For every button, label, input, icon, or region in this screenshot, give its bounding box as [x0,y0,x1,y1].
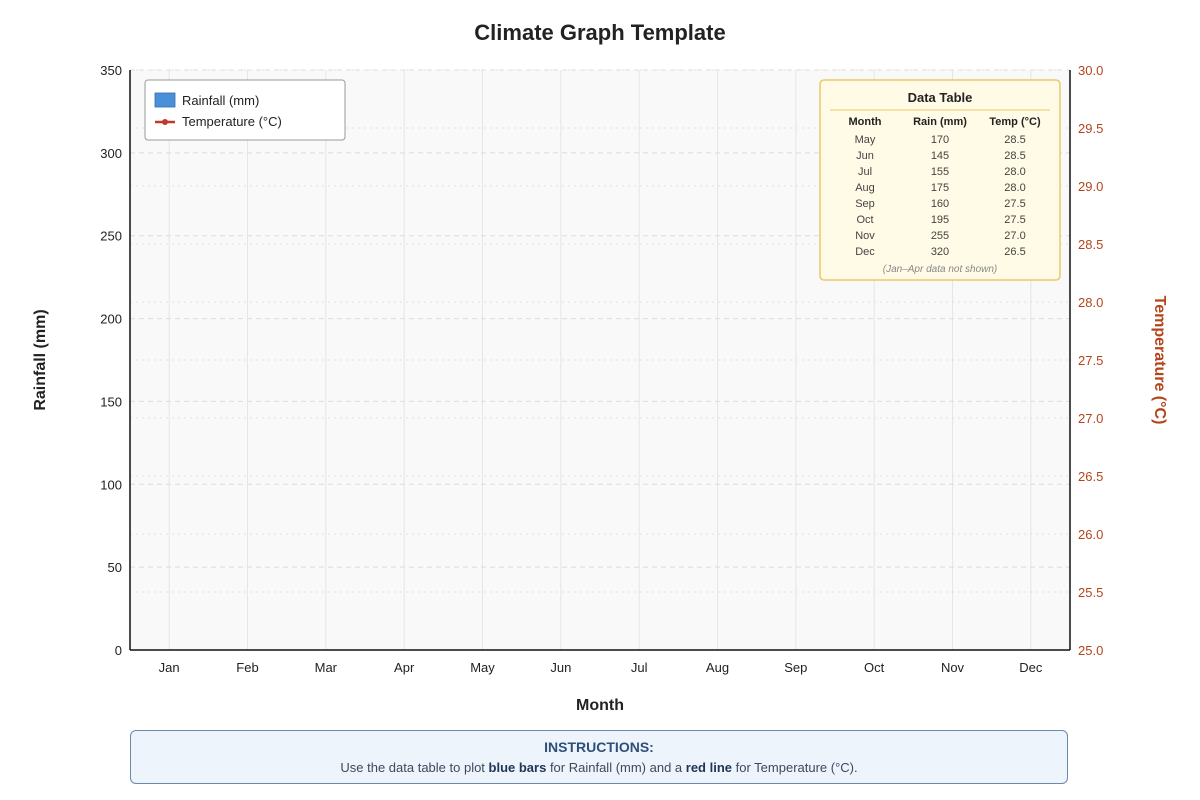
data-table-cell: 28.0 [1004,166,1025,178]
data-table-note: (Jan–Apr data not shown) [883,264,998,275]
x-tick-label: Oct [864,660,885,675]
y2-tick-label: 27.5 [1078,353,1103,368]
x-tick-label: Jul [631,660,648,675]
y2-tick-label: 27.0 [1078,411,1103,426]
instructions-text: Use the data table to plot blue bars for… [131,760,1067,775]
legend-swatch-rainfall [154,92,176,108]
data-table-cell: Sep [855,198,875,210]
y-tick-label: 0 [115,643,122,658]
x-tick-label: May [470,660,495,675]
instructions-box: INSTRUCTIONS: Use the data table to plot… [130,730,1068,784]
data-table-cell: 27.5 [1004,214,1025,226]
data-table-cell: 27.5 [1004,198,1025,210]
x-tick-label: Apr [394,660,415,675]
y2-tick-label: 29.5 [1078,121,1103,136]
legend: Rainfall (mm) Temperature (°C) [144,79,346,141]
instructions-part: for Temperature (°C). [732,760,858,775]
x-tick-label: Jun [550,660,571,675]
y-tick-label: 150 [100,394,122,409]
legend-box [144,79,346,141]
data-table-cell: Jul [858,166,872,178]
y-tick-label: 200 [100,312,122,327]
data-table-cell: 155 [931,166,949,178]
data-table-cell: 28.5 [1004,134,1025,146]
data-table-cell: 145 [931,150,949,162]
data-table-cell: May [855,134,876,146]
data-table-cell: 255 [931,230,949,242]
x-tick-label: Jan [159,660,180,675]
instructions-bold-red-line: red line [685,760,733,775]
instructions-part: Use the data table to plot [340,760,489,775]
y-tick-label: 300 [100,146,122,161]
y2-tick-label: 25.5 [1078,585,1103,600]
y2-axis-label: Temperature (°C) [1151,296,1168,425]
data-table-cell: 195 [931,214,949,226]
data-table-cell: Nov [855,230,875,242]
data-table-cell: 28.0 [1004,182,1025,194]
y-tick-label: 100 [100,477,122,492]
y2-tick-label: 26.5 [1078,469,1103,484]
instructions-bold-blue-bars: blue bars [488,760,547,775]
x-tick-label: Nov [941,660,965,675]
chart-title: Climate Graph Template [474,20,725,45]
instructions-part: for Rainfall (mm) and a [546,760,686,775]
data-table-cell: 27.0 [1004,230,1025,242]
legend-label-rainfall: Rainfall (mm) [182,93,259,108]
data-table-header: Month [849,116,882,128]
legend-swatch-temperature-marker [162,119,168,125]
y2-tick-label: 30.0 [1078,63,1103,78]
data-table-header: Temp (°C) [989,116,1041,128]
climate-chart: Climate Graph Template 0 50 100 150 200 250 30… [32,20,1168,714]
x-tick-label: Mar [315,660,338,675]
x-tick-label: Feb [236,660,258,675]
y2-tick-labels: 25.0 25.5 26.0 26.5 27.0 27.5 28.0 28.5 29.0 29.5… [1078,63,1103,658]
x-tick-label: Sep [784,660,807,675]
data-table-cell: Aug [855,182,875,194]
data-table-cell: Dec [855,246,875,258]
data-table-header: Rain (mm) [913,116,967,128]
x-tick-labels: Jan Feb Mar Apr May Jun Jul Aug Sep Oct Nov Dec [159,660,1043,675]
data-table-cell: Jun [856,150,874,162]
y-tick-label: 50 [108,560,122,575]
data-table-cell: 26.5 [1004,246,1025,258]
y-tick-label: 350 [100,63,122,78]
legend-label-temperature: Temperature (°C) [182,114,282,129]
y-tick-labels: 0 50 100 150 200 250 300 350 [100,63,122,658]
x-tick-label: Aug [706,660,729,675]
data-table-cell: 160 [931,198,949,210]
y2-tick-label: 26.0 [1078,527,1103,542]
y-axis-label: Rainfall (mm) [32,309,49,410]
instructions-title: INSTRUCTIONS: [544,739,654,755]
data-table-title: Data Table [908,90,973,105]
data-table-cell: 28.5 [1004,150,1025,162]
data-table: Data Table Month Rain (mm) Temp (°C) May… [819,79,1061,281]
y2-tick-label: 25.0 [1078,643,1103,658]
y2-tick-label: 29.0 [1078,179,1103,194]
x-tick-label: Dec [1019,660,1043,675]
data-table-cell: Oct [856,214,873,226]
y2-tick-label: 28.5 [1078,237,1103,252]
data-table-cell: 175 [931,182,949,194]
data-table-cell: 320 [931,246,949,258]
y2-tick-label: 28.0 [1078,295,1103,310]
y-tick-label: 250 [100,229,122,244]
data-table-cell: 170 [931,134,949,146]
x-axis-label: Month [576,697,624,714]
